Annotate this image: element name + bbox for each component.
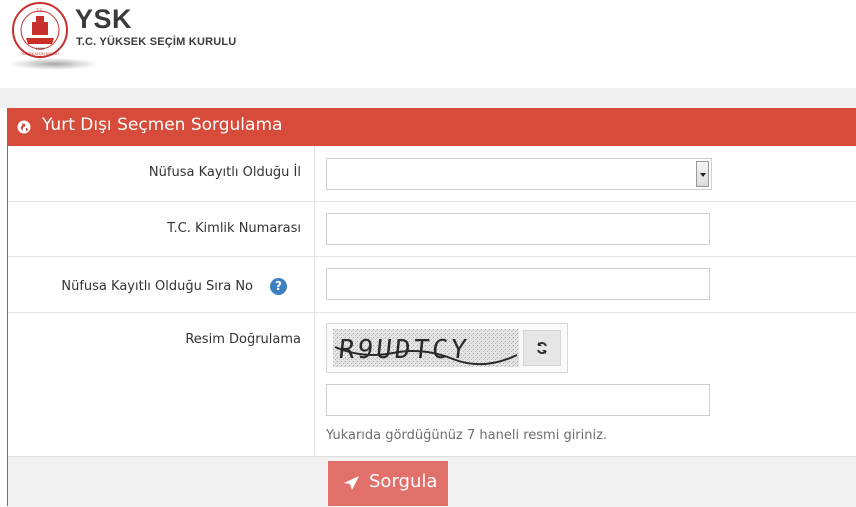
row-divider <box>314 146 315 201</box>
province-row: Nüfusa Kayıtlı Olduğu İl <box>8 146 856 202</box>
brand-subtitle: T.C. YÜKSEK SEÇİM KURULU <box>76 36 237 48</box>
id-number-row: T.C. Kimlik Numarası <box>8 202 856 257</box>
seal-text-top: T.C. <box>35 8 43 13</box>
seal-text-bottom: YÜKSEK SEÇİM KURULU <box>21 51 59 56</box>
logo-shadow <box>10 58 98 70</box>
refresh-icon <box>537 342 547 354</box>
captcha-image: R9UDTCY <box>333 329 519 367</box>
id-number-label: T.C. Kimlik Numarası <box>167 221 301 236</box>
row-divider <box>314 257 315 312</box>
seal-year: 1950 <box>36 47 45 51</box>
ysk-seal-logo[interactable]: T.C. YÜKSEK SEÇİM KURULU 1950 <box>12 2 68 58</box>
captcha-hint: Yukarıda gördüğünüz 7 haneli resmi girin… <box>326 428 608 443</box>
row-divider <box>314 202 315 256</box>
query-panel: Yurt Dışı Seçmen Sorgulama Nüfusa Kayıtl… <box>7 108 856 507</box>
header-divider <box>0 88 856 108</box>
question-circle-icon[interactable]: ? <box>270 278 287 295</box>
brand-name[interactable]: YSK <box>75 4 132 35</box>
submit-button[interactable]: Sorgula <box>328 461 448 506</box>
captcha-container: R9UDTCY <box>326 323 568 373</box>
refresh-captcha-button[interactable] <box>523 330 561 366</box>
province-label: Nüfusa Kayıtlı Olduğu İl <box>148 165 301 180</box>
row-divider <box>314 313 315 455</box>
send-icon <box>344 476 359 490</box>
panel-title: Yurt Dışı Seçmen Sorgulama <box>42 115 283 135</box>
sequence-label: Nüfusa Kayıtlı Olduğu Sıra No <box>61 279 253 294</box>
globe-icon <box>17 120 31 134</box>
submit-label: Sorgula <box>369 471 438 492</box>
id-number-input[interactable] <box>326 213 710 245</box>
sequence-input[interactable] <box>326 268 710 300</box>
sequence-row: Nüfusa Kayıtlı Olduğu Sıra No ? <box>8 257 856 313</box>
captcha-input[interactable] <box>326 384 710 416</box>
panel-heading: Yurt Dışı Seçmen Sorgulama <box>8 108 856 146</box>
chevron-down-icon[interactable] <box>696 161 709 187</box>
captcha-text: R9UDTCY <box>337 335 471 365</box>
province-select[interactable] <box>326 158 712 190</box>
site-header: T.C. YÜKSEK SEÇİM KURULU 1950 YSK T.C. Y… <box>0 0 856 88</box>
captcha-label: Resim Doğrulama <box>185 332 301 347</box>
